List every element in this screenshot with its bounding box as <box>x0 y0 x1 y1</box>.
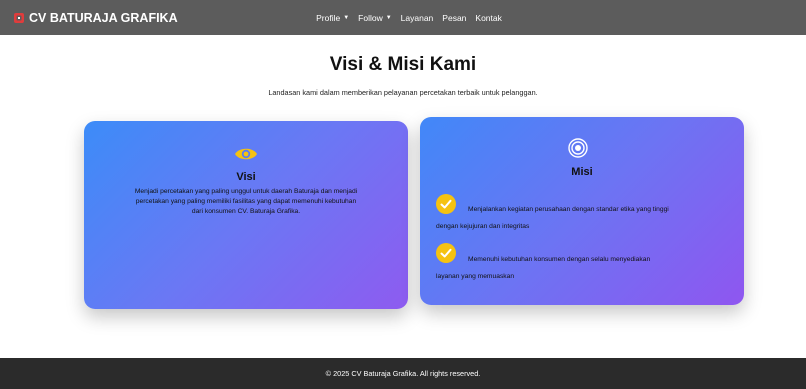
check-circle-icon <box>436 243 456 263</box>
footer: © 2025 CV Baturaja Grafika. All rights r… <box>0 358 806 389</box>
nav-item-profile[interactable]: Profile ▼ <box>316 13 349 23</box>
visi-text-line: Menjadi percetakan yang paling unggul un… <box>134 188 358 195</box>
target-icon <box>568 138 588 158</box>
eye-icon <box>235 148 257 160</box>
misi-item-text: dengan kejujuran dan integritas <box>436 223 530 230</box>
visi-card: Visi Menjadi percetakan yang paling ungg… <box>84 121 408 309</box>
visi-text-line: percetakan yang paling memiliki fasilita… <box>135 198 357 205</box>
misi-item-text: Menjalankan kegiatan perusahaan dengan s… <box>468 206 669 213</box>
nav-item-label: Layanan <box>400 12 434 23</box>
caret-down-icon: ▼ <box>343 14 350 21</box>
misi-item-text: layanan yang memuaskan <box>436 273 515 280</box>
page-title: Visi & Misi Kami <box>329 54 477 75</box>
nav-item-label: Profile <box>316 12 341 23</box>
nav-item-follow[interactable]: Follow ▼ <box>358 13 392 23</box>
visi-text-line: dari konsumen CV. Baturaja Grafika. <box>191 208 301 215</box>
page-subtitle: Landasan kami dalam memberikan pelayanan… <box>268 88 538 97</box>
nav-item-label: Pesan <box>442 12 467 23</box>
nav-item-label: Kontak <box>475 12 502 23</box>
visi-text: Menjadi percetakan yang paling unggul un… <box>100 187 392 217</box>
nav-item-kontak[interactable]: Kontak <box>475 13 501 23</box>
misi-title: Misi <box>571 166 593 178</box>
misi-item-text: Memenuhi kebutuhan konsumen dengan selal… <box>468 256 651 263</box>
nav-item-layanan[interactable]: Layanan <box>401 13 434 23</box>
misi-card: Misi Menjalankan kegiatan perusahaan den… <box>420 117 744 305</box>
nav-item-pesan[interactable]: Pesan <box>442 13 466 23</box>
visi-title: Visi <box>236 171 256 183</box>
navbar: CV BATURAJA GRAFIKA Profile ▼ Follow ▼ L… <box>0 0 806 35</box>
check-circle-icon <box>436 194 456 214</box>
footer-copyright: © 2025 CV Baturaja Grafika. All rights r… <box>325 369 481 378</box>
caret-down-icon: ▼ <box>385 14 392 21</box>
nav-item-label: Follow <box>358 12 383 23</box>
nav-links: Profile ▼ Follow ▼ Layanan Pesan Kontak <box>0 0 806 35</box>
